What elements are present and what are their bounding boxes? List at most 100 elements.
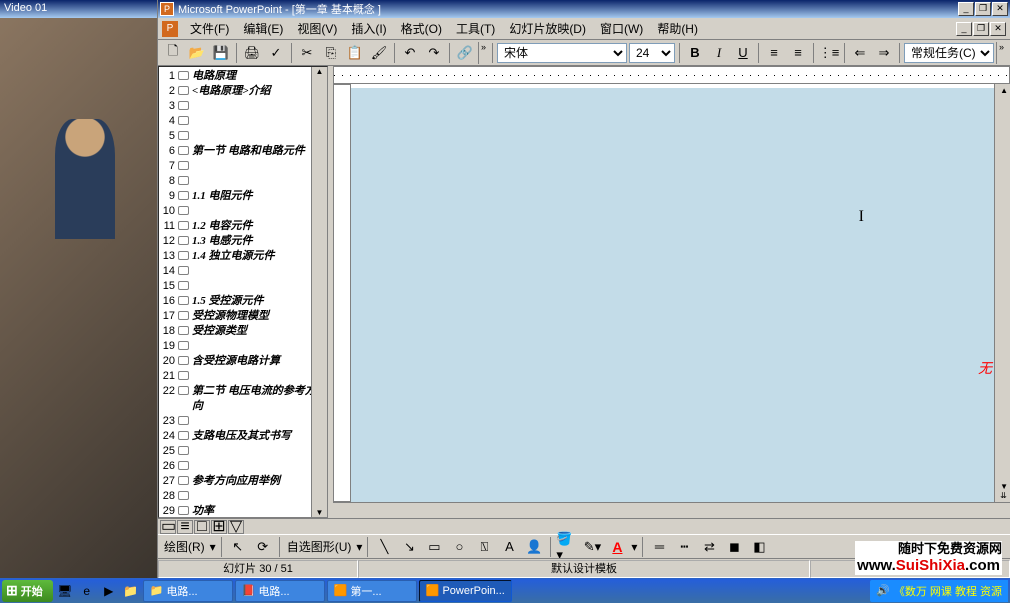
font-size-select[interactable]: 24 — [629, 43, 675, 63]
textbox-tool[interactable]: ⍂ — [473, 536, 495, 558]
outline-item[interactable]: 111.2 电容元件 — [161, 219, 325, 234]
mdi-close[interactable]: ✕ — [990, 22, 1006, 36]
outline-item[interactable]: 3 — [161, 99, 325, 114]
font-name-select[interactable]: 宋体 — [497, 43, 627, 63]
spellcheck-button[interactable]: ✓ — [265, 42, 287, 64]
open-button[interactable]: 📂 — [186, 42, 208, 64]
outline-item[interactable]: 20含受控源电路计算 — [161, 354, 325, 369]
outline-scrollbar[interactable] — [311, 67, 327, 517]
taskbar-task[interactable]: 📕电路... — [235, 580, 325, 602]
menu-format[interactable]: 格式(O) — [395, 18, 448, 39]
fill-color-button[interactable]: 🪣▾ — [556, 536, 578, 558]
dash-style-button[interactable]: ┅ — [673, 536, 695, 558]
outline-item[interactable]: 28 — [161, 489, 325, 504]
outline-item[interactable]: 23 — [161, 414, 325, 429]
outline-pane[interactable]: 1电路原理2<电路原理>介绍3456第一节 电路和电路元件7891.1 电阻元件… — [158, 66, 328, 518]
outline-view-button[interactable]: ≡ — [177, 520, 193, 534]
save-button[interactable]: 💾 — [210, 42, 232, 64]
slideshow-view-button[interactable]: ▽ — [228, 520, 244, 534]
menu-edit[interactable]: 编辑(E) — [237, 18, 289, 39]
normal-view-button[interactable]: ▭ — [160, 520, 176, 534]
ql-folder-icon[interactable]: 📁 — [121, 581, 141, 601]
autoshapes-menu[interactable]: 自选图形(U) — [285, 538, 354, 555]
line-style-button[interactable]: ═ — [648, 536, 670, 558]
tray-volume-icon[interactable]: 🔊 — [876, 584, 890, 597]
common-tasks-select[interactable]: 常规任务(C) — [904, 43, 994, 63]
slide-scrollbar-h[interactable] — [333, 502, 1010, 518]
menu-slideshow[interactable]: 幻灯片放映(D) — [503, 18, 592, 39]
line-tool[interactable]: ╲ — [373, 536, 395, 558]
outline-item[interactable]: 5 — [161, 129, 325, 144]
rectangle-tool[interactable]: ▭ — [423, 536, 445, 558]
outline-item[interactable]: 2<电路原理>介绍 — [161, 84, 325, 99]
ql-desktop-icon[interactable]: 🖥 — [55, 581, 75, 601]
taskbar-task[interactable]: 📁电路... — [143, 580, 233, 602]
redo-button[interactable]: ↷ — [423, 42, 445, 64]
format-overflow[interactable]: » — [996, 42, 1006, 64]
outline-item[interactable]: 17受控源物理模型 — [161, 309, 325, 324]
clipart-tool[interactable]: 👤 — [523, 536, 545, 558]
format-painter-button[interactable]: 🖌 — [368, 42, 390, 64]
minimize-button[interactable]: _ — [958, 2, 974, 16]
arrow-style-button[interactable]: ⇄ — [698, 536, 720, 558]
outline-item[interactable]: 6第一节 电路和电路元件 — [161, 144, 325, 159]
bullets-button[interactable]: ⋮≡ — [818, 42, 840, 64]
ql-media-icon[interactable]: ▶ — [99, 581, 119, 601]
arrow-tool[interactable]: ↘ — [398, 536, 420, 558]
outline-item[interactable]: 25 — [161, 444, 325, 459]
system-tray[interactable]: 🔊 《数万 网课 教程 资源 — [870, 580, 1008, 602]
new-button[interactable]: 🗋 — [162, 42, 184, 64]
align-left-button[interactable]: ≡ — [763, 42, 785, 64]
font-color-button[interactable]: A — [606, 536, 628, 558]
outline-item[interactable]: 8 — [161, 174, 325, 189]
outline-item[interactable]: 24支路电压及其式书写 — [161, 429, 325, 444]
promote-button[interactable]: ⇐ — [849, 42, 871, 64]
sorter-view-button[interactable]: ⊞ — [211, 520, 227, 534]
undo-button[interactable]: ↶ — [399, 42, 421, 64]
menu-help[interactable]: 帮助(H) — [651, 18, 704, 39]
outline-item[interactable]: 7 — [161, 159, 325, 174]
outline-item[interactable]: 19 — [161, 339, 325, 354]
draw-menu[interactable]: 绘图(R) — [162, 538, 207, 555]
outline-item[interactable]: 1电路原理 — [161, 69, 325, 84]
copy-button[interactable]: ⎘ — [320, 42, 342, 64]
close-button[interactable]: ✕ — [992, 2, 1008, 16]
taskbar-task[interactable]: 🟧第一... — [327, 580, 417, 602]
outline-item[interactable]: 21 — [161, 369, 325, 384]
menu-window[interactable]: 窗口(W) — [594, 18, 649, 39]
3d-button[interactable]: ◧ — [748, 536, 770, 558]
doc-icon[interactable]: P — [162, 21, 178, 37]
outline-item[interactable]: 131.4 独立电源元件 — [161, 249, 325, 264]
oval-tool[interactable]: ○ — [448, 536, 470, 558]
outline-item[interactable]: 15 — [161, 279, 325, 294]
slide-canvas[interactable]: I 无 — [351, 84, 994, 502]
italic-button[interactable]: I — [708, 42, 730, 64]
mdi-restore[interactable]: ❐ — [973, 22, 989, 36]
align-center-button[interactable]: ≡ — [787, 42, 809, 64]
outline-item[interactable]: 18受控源类型 — [161, 324, 325, 339]
demote-button[interactable]: ⇒ — [873, 42, 895, 64]
restore-button[interactable]: ❐ — [975, 2, 991, 16]
ql-ie-icon[interactable]: e — [77, 581, 97, 601]
toolbar-overflow[interactable]: » — [478, 42, 488, 64]
slide-scrollbar-v[interactable]: ▲ ▼⇊ — [994, 84, 1010, 502]
wordart-tool[interactable]: A — [498, 536, 520, 558]
outline-item[interactable]: 29功率 — [161, 504, 325, 517]
slide-view-button[interactable]: □ — [194, 520, 210, 534]
shadow-button[interactable]: ◼ — [723, 536, 745, 558]
cut-button[interactable]: ✂ — [296, 42, 318, 64]
taskbar-task[interactable]: 🟧PowerPoin... — [419, 580, 512, 602]
outline-item[interactable]: 27参考方向应用举例 — [161, 474, 325, 489]
menu-view[interactable]: 视图(V) — [291, 18, 343, 39]
outline-item[interactable]: 26 — [161, 459, 325, 474]
bold-button[interactable]: B — [684, 42, 706, 64]
select-tool[interactable]: ↖ — [227, 536, 249, 558]
line-color-button[interactable]: ✎▾ — [581, 536, 603, 558]
outline-item[interactable]: 10 — [161, 204, 325, 219]
menu-file[interactable]: 文件(F) — [184, 18, 235, 39]
underline-button[interactable]: U — [732, 42, 754, 64]
hyperlink-button[interactable]: 🔗 — [454, 42, 476, 64]
menu-insert[interactable]: 插入(I) — [345, 18, 392, 39]
outline-item[interactable]: 14 — [161, 264, 325, 279]
mdi-minimize[interactable]: _ — [956, 22, 972, 36]
